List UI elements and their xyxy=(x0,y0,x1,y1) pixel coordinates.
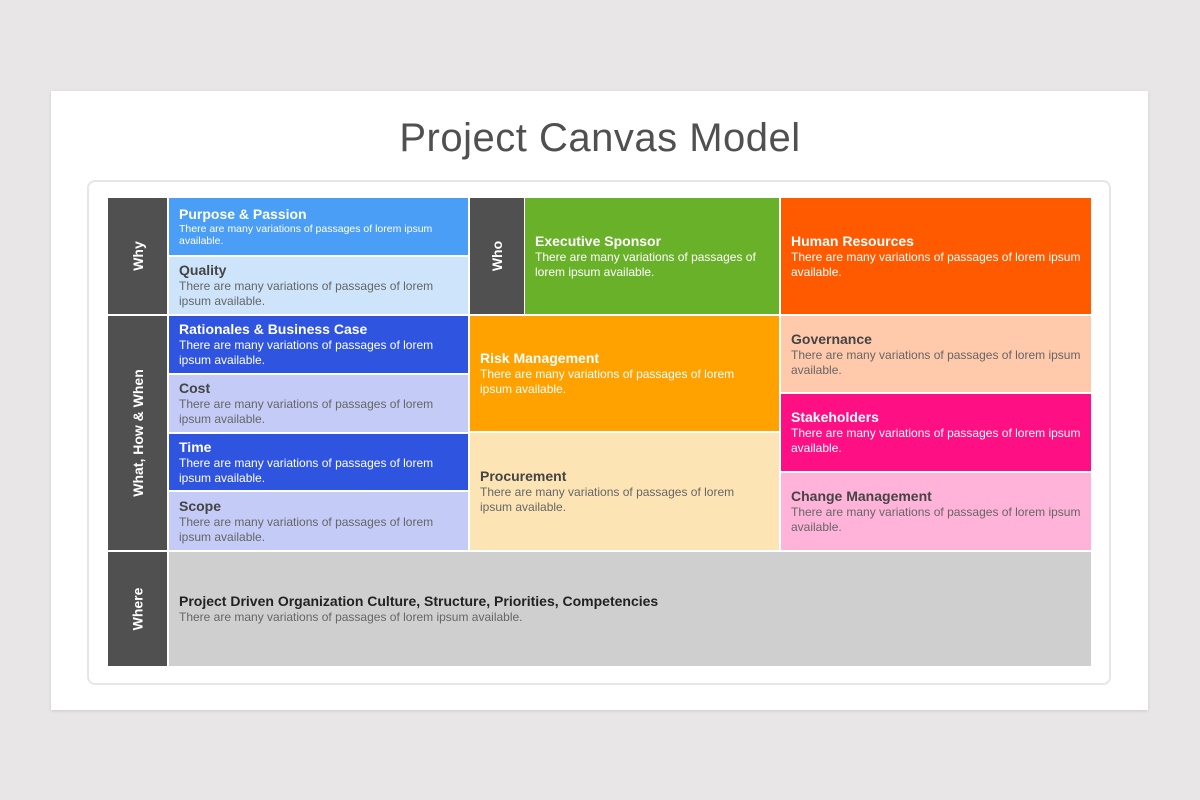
side-label-why-text: Why xyxy=(129,241,146,271)
block-title: Risk Management xyxy=(480,350,600,366)
block-scope: Scope There are many variations of passa… xyxy=(169,492,468,550)
side-label-why: Why xyxy=(108,198,167,314)
block-text: There are many variations of passages of… xyxy=(179,514,434,544)
side-label-who-text: Who xyxy=(488,240,505,272)
block-time: Time There are many variations of passag… xyxy=(169,434,468,490)
block-text: There are many variations of passages of… xyxy=(535,249,756,279)
block-human-resources: Human Resources There are many variation… xyxy=(781,198,1091,314)
block-text: There are many variations of passages of… xyxy=(179,279,434,308)
block-change-management: Change Management There are many variati… xyxy=(781,473,1091,550)
block-text: There are many variations of passages of… xyxy=(179,397,434,426)
page-title: Project Canvas Model xyxy=(399,116,801,160)
side-label-what-text: What, How & When xyxy=(129,369,146,497)
block-text: There are many variations of passages of… xyxy=(791,426,1081,455)
side-label-where: Where xyxy=(108,552,167,666)
block-text: There are many variations of passages of… xyxy=(179,223,433,247)
block-quality: Quality There are many variations of pas… xyxy=(169,257,468,314)
block-text: There are many variations of passages of… xyxy=(480,485,735,514)
block-title: Stakeholders xyxy=(791,409,879,425)
block-title: Project Driven Organization Culture, Str… xyxy=(179,593,659,609)
block-governance: Governance There are many variations of … xyxy=(781,316,1091,392)
block-title: Cost xyxy=(179,380,211,396)
block-text: There are many variations of passages of… xyxy=(480,367,735,396)
block-title: Executive Sponsor xyxy=(535,232,662,249)
block-where: Project Driven Organization Culture, Str… xyxy=(169,552,1091,666)
side-label-what-how-when: What, How & When xyxy=(108,316,167,550)
block-text: There are many variations of passages of… xyxy=(791,249,1081,279)
block-text: There are many variations of passages of… xyxy=(791,505,1081,534)
block-stakeholders: Stakeholders There are many variations o… xyxy=(781,394,1091,471)
block-title: Change Management xyxy=(791,488,932,504)
block-text: There are many variations of passages of… xyxy=(179,455,434,485)
block-rationales-business-case: Rationales & Business Case There are man… xyxy=(169,316,468,373)
block-cost: Cost There are many variations of passag… xyxy=(169,375,468,432)
block-title: Procurement xyxy=(480,468,567,484)
block-procurement: Procurement There are many variations of… xyxy=(470,433,779,550)
block-text: There are many variations of passages of… xyxy=(179,338,434,367)
block-title: Human Resources xyxy=(791,232,914,249)
block-title: Rationales & Business Case xyxy=(179,321,368,337)
side-label-where-text: Where xyxy=(129,587,146,631)
block-purpose-passion: Purpose & Passion There are many variati… xyxy=(169,198,468,255)
block-title: Time xyxy=(179,438,212,455)
block-title: Purpose & Passion xyxy=(179,206,307,222)
block-title: Governance xyxy=(791,330,872,347)
block-title: Quality xyxy=(179,262,227,278)
block-text: There are many variations of passages of… xyxy=(791,347,1081,377)
block-risk-management: Risk Management There are many variation… xyxy=(470,316,779,431)
block-executive-sponsor: Executive Sponsor There are many variati… xyxy=(525,198,779,314)
block-text: There are many variations of passages of… xyxy=(179,610,523,624)
side-label-who: Who xyxy=(470,198,524,314)
block-title: Scope xyxy=(179,497,222,514)
